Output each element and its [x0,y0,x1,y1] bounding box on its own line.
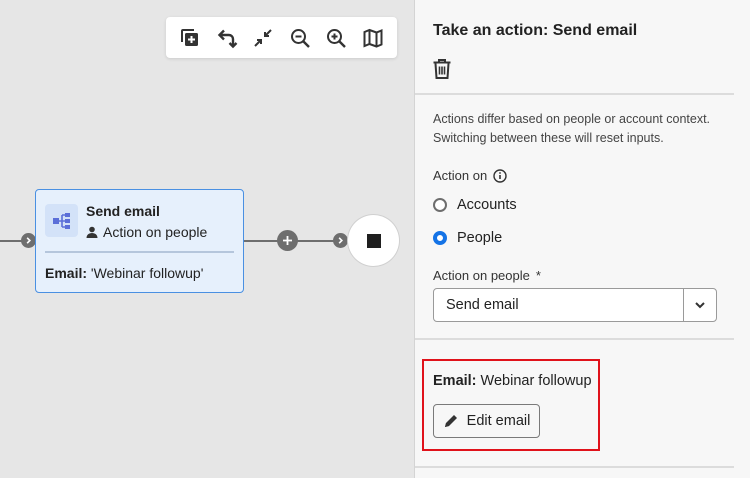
zoom-in-icon [327,28,347,48]
zoom-out-icon [290,28,310,48]
map-button[interactable] [359,24,387,52]
node-email-value: 'Webinar followup' [90,265,204,281]
radio-people[interactable]: People [433,230,502,246]
action-on-people-label-text: Action on people [433,268,530,283]
end-node[interactable] [348,215,399,266]
node-subtitle-text: Action on people [103,224,208,240]
context-note: Actions differ based on people or accoun… [433,112,711,145]
node-email: Email: 'Webinar followup' [45,265,203,281]
radio-accounts-label: Accounts [457,197,517,213]
node-subtitle: Action on people [86,224,207,240]
send-email-node[interactable]: Send email Action on people Email: 'Webi… [35,189,244,293]
map-icon [363,28,383,48]
required-mark: * [535,268,541,283]
person-icon [86,226,98,238]
action-select-value: Send email [446,297,519,313]
panel-divider [415,466,734,468]
panel-divider [415,93,734,95]
collapse-icon [254,28,272,47]
action-select[interactable]: Send email [433,288,717,322]
node-title: Send email [86,203,160,219]
journey-canvas[interactable]: Send email Action on people Email: 'Webi… [0,0,414,478]
node-divider [45,251,234,253]
duplicate-button[interactable] [176,24,204,52]
radio-accounts[interactable]: Accounts [433,197,517,213]
undo-button[interactable] [213,24,241,52]
node-email-label: Email: [45,265,88,281]
zoom-in-button[interactable] [322,24,350,52]
action-on-people-label: Action on people * [433,268,541,283]
highlight-box [422,359,600,451]
canvas-toolbar [166,17,397,58]
radio-accounts-control[interactable] [433,198,447,212]
add-step-button[interactable] [277,230,298,251]
radio-people-control[interactable] [433,231,447,245]
radio-people-label: People [457,230,503,246]
duplicate-icon [181,28,199,46]
panel-title: Take an action: Send email [433,22,638,39]
chevron-right-icon [21,233,36,248]
action-on-label: Action on [433,168,507,183]
action-select-toggle[interactable] [683,289,716,321]
flow-icon [45,204,78,237]
collapse-button[interactable] [249,24,277,52]
info-icon[interactable] [493,168,507,183]
undo-icon [217,29,238,48]
zoom-out-button[interactable] [286,24,314,52]
plus-icon [283,236,292,245]
action-on-label-text: Action on [433,168,488,183]
trash-icon[interactable] [432,58,452,80]
chevron-right-icon [333,233,348,248]
panel-divider [415,338,734,340]
chevron-down-icon [695,302,705,309]
stop-icon [366,233,381,248]
